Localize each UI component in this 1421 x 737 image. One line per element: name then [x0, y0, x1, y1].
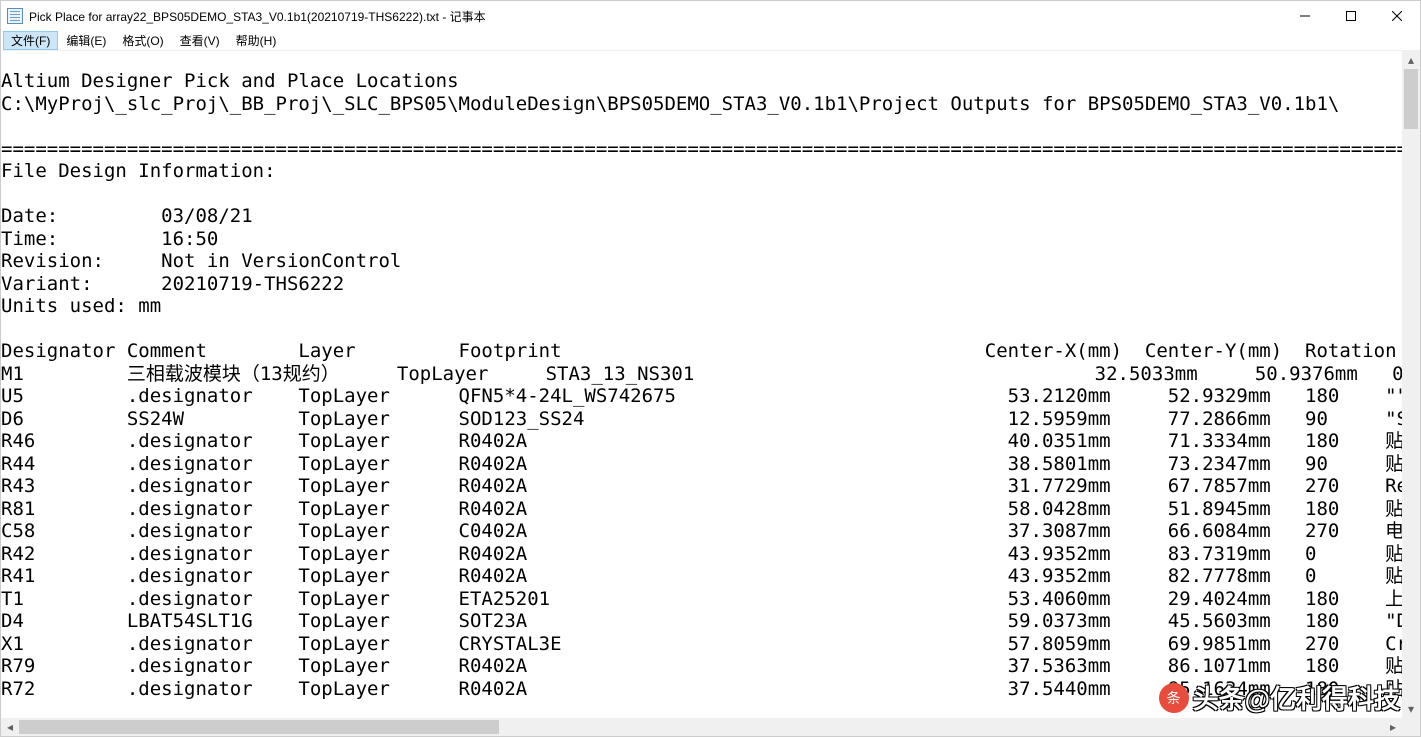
scroll-left-button[interactable]: ◂	[1, 718, 19, 736]
horizontal-scroll-thumb[interactable]	[19, 720, 499, 734]
scroll-down-button[interactable]: ▾	[1402, 700, 1420, 718]
titlebar: Pick Place for array22_BPS05DEMO_STA3_V0…	[1, 1, 1420, 31]
menu-edit[interactable]: 编辑(E)	[58, 31, 114, 50]
close-icon	[1392, 11, 1402, 21]
menu-view[interactable]: 查看(V)	[172, 31, 228, 50]
maximize-icon	[1346, 11, 1356, 21]
window-controls	[1282, 1, 1420, 31]
vertical-scrollbar[interactable]: ▴ ▾	[1402, 51, 1420, 718]
minimize-button[interactable]	[1282, 1, 1328, 31]
text-content[interactable]: Altium Designer Pick and Place Locations…	[1, 70, 1402, 700]
horizontal-scrollbar[interactable]: ◂ ▸	[1, 718, 1402, 736]
scroll-up-button[interactable]: ▴	[1402, 51, 1420, 69]
scrollbar-corner	[1402, 718, 1420, 736]
text-area[interactable]: Altium Designer Pick and Place Locations…	[1, 51, 1402, 718]
menu-help[interactable]: 帮助(H)	[228, 31, 285, 50]
menubar: 文件(F) 编辑(E) 格式(O) 查看(V) 帮助(H)	[1, 31, 1420, 51]
vertical-scroll-thumb[interactable]	[1404, 69, 1418, 129]
scroll-right-button[interactable]: ▸	[1384, 718, 1402, 736]
maximize-button[interactable]	[1328, 1, 1374, 31]
notepad-icon	[7, 8, 23, 24]
menu-file[interactable]: 文件(F)	[3, 31, 58, 50]
menu-format[interactable]: 格式(O)	[114, 31, 171, 50]
minimize-icon	[1300, 11, 1310, 21]
close-button[interactable]	[1374, 1, 1420, 31]
window-title: Pick Place for array22_BPS05DEMO_STA3_V0…	[29, 8, 1282, 25]
